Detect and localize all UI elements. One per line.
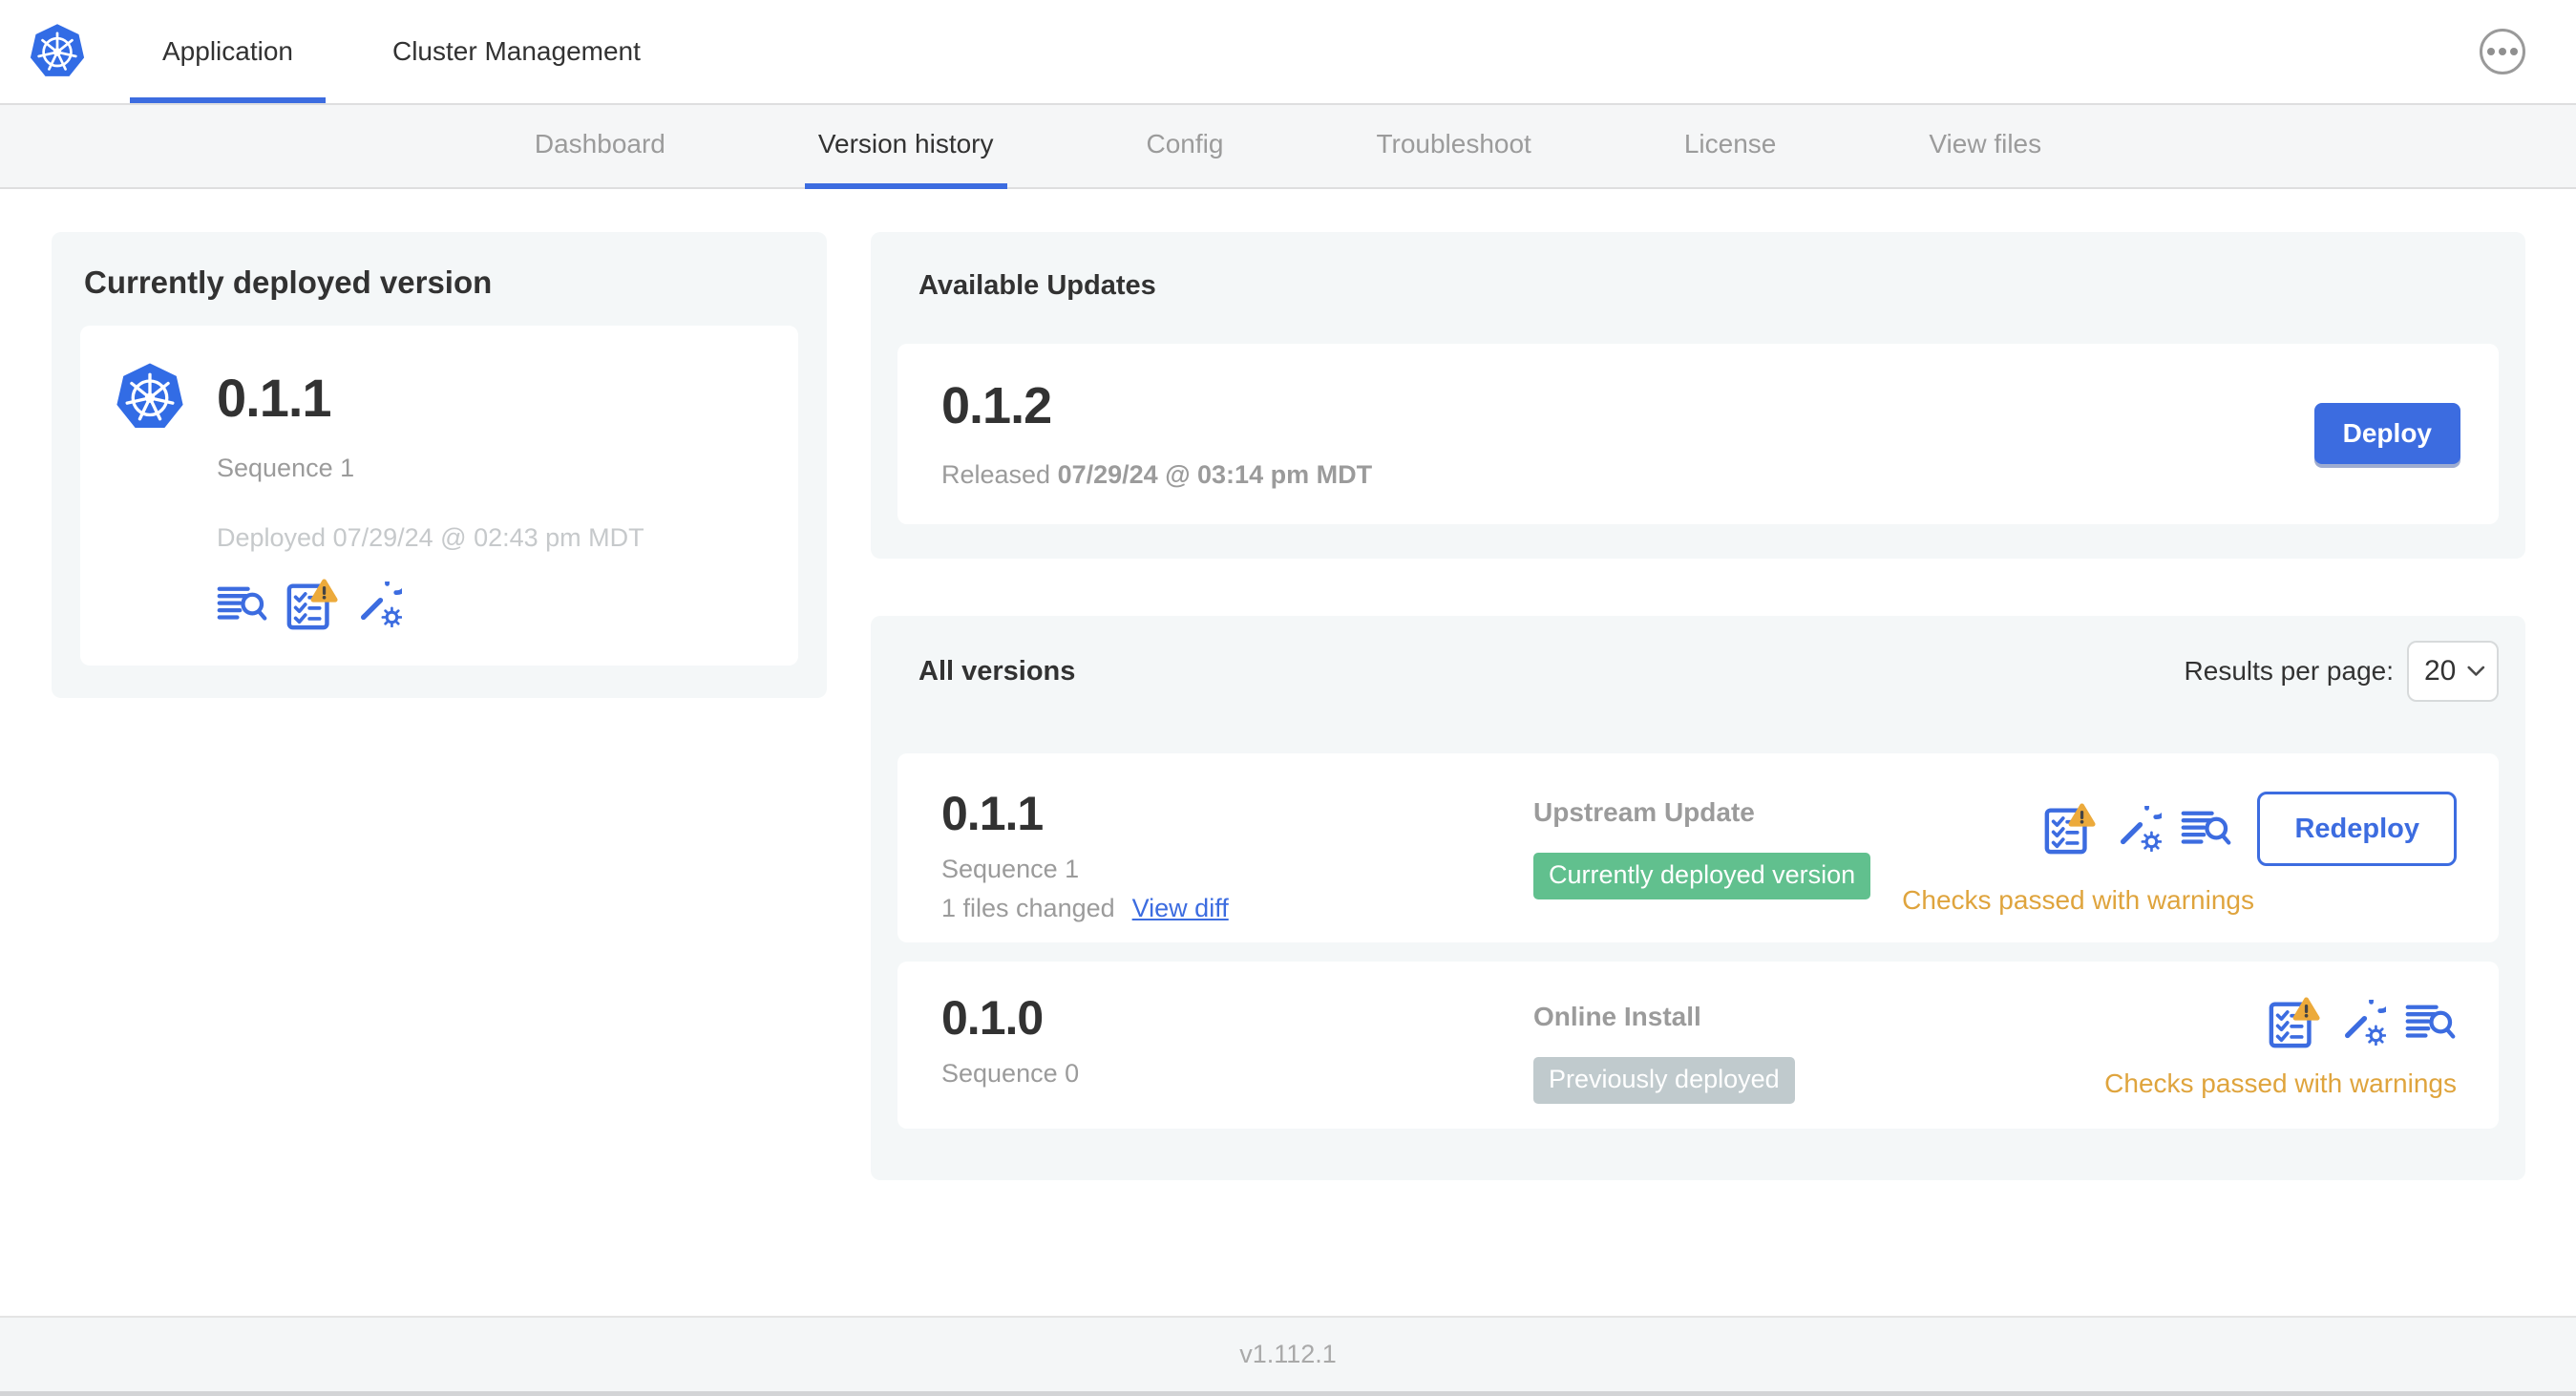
- all-versions-title: All versions: [918, 655, 1076, 687]
- config-wrench-icon[interactable]: [2340, 1000, 2386, 1046]
- redeploy-button[interactable]: Redeploy: [2257, 792, 2457, 866]
- diff-logs-icon[interactable]: [2181, 809, 2232, 850]
- subnav-item-dashboard[interactable]: Dashboard: [521, 105, 679, 189]
- kubernetes-app-icon: [115, 362, 185, 433]
- available-update-card: 0.1.2 Released 07/29/24 @ 03:14 pm MDT D…: [897, 344, 2499, 524]
- main-content: Currently deployed version 0.1.1 Sequenc…: [0, 189, 2576, 1316]
- ellipsis-menu-icon[interactable]: [2480, 29, 2525, 74]
- subnav-item-troubleshoot[interactable]: Troubleshoot: [1362, 105, 1544, 189]
- checks-status-text[interactable]: Checks passed with warnings: [1902, 885, 2254, 916]
- preflight-checks-warning-icon[interactable]: [2268, 996, 2321, 1049]
- currently-deployed-panel: Currently deployed version 0.1.1 Sequenc…: [52, 232, 827, 698]
- version-row-info: 0.1.1 Sequence 1 1 files changed View di…: [941, 786, 1533, 923]
- tab-application[interactable]: Application: [130, 0, 326, 103]
- chevron-down-icon: [2467, 665, 2485, 678]
- config-wrench-icon[interactable]: [2116, 806, 2162, 852]
- tab-cluster-management[interactable]: Cluster Management: [360, 0, 673, 103]
- version-row-status: Online Install Previously deployed: [1533, 990, 2104, 1104]
- currently-deployed-title: Currently deployed version: [84, 264, 493, 300]
- window-bottom-edge: [0, 1391, 2576, 1396]
- row-version-number: 0.1.1: [941, 787, 1044, 840]
- available-updates-panel: Available Updates 0.1.2 Released 07/29/2…: [871, 232, 2525, 559]
- released-date: 07/29/24 @ 03:14 pm MDT: [1057, 460, 1373, 489]
- subnav-item-config[interactable]: Config: [1133, 105, 1237, 189]
- config-wrench-icon[interactable]: [356, 582, 402, 627]
- version-row: 0.1.1 Sequence 1 1 files changed View di…: [897, 753, 2499, 942]
- row-source-label: Upstream Update: [1533, 797, 1755, 827]
- deployed-sequence-label: Sequence 1: [217, 454, 355, 482]
- previously-deployed-badge: Previously deployed: [1533, 1057, 1795, 1104]
- view-diff-link[interactable]: View diff: [1132, 894, 1229, 923]
- results-per-page-select[interactable]: 20: [2407, 641, 2499, 702]
- results-per-page-value: 20: [2424, 655, 2457, 687]
- diff-logs-icon[interactable]: [2405, 1003, 2457, 1044]
- version-row-actions: Checks passed with warnings: [2104, 990, 2457, 1104]
- results-per-page-label: Results per page:: [2184, 656, 2394, 686]
- deployed-version-number: 0.1.1: [217, 367, 332, 428]
- currently-deployed-card: 0.1.1 Sequence 1 Deployed 07/29/24 @ 02:…: [80, 326, 798, 666]
- app-header: Application Cluster Management: [0, 0, 2576, 103]
- preflight-checks-warning-icon[interactable]: [285, 578, 339, 631]
- kubernetes-logo-icon: [29, 23, 86, 80]
- diff-logs-icon[interactable]: [217, 584, 268, 625]
- subnav-item-version-history[interactable]: Version history: [804, 105, 1007, 189]
- deployed-timestamp: Deployed 07/29/24 @ 02:43 pm MDT: [217, 523, 644, 552]
- version-row-status: Upstream Update Currently deployed versi…: [1533, 786, 1902, 923]
- currently-deployed-badge: Currently deployed version: [1533, 853, 1871, 899]
- available-updates-title: Available Updates: [918, 270, 1156, 301]
- version-row-actions: Redeploy Checks passed with warnings: [1902, 786, 2457, 923]
- row-files-changed: 1 files changed: [941, 894, 1115, 922]
- row-source-label: Online Install: [1533, 1002, 1701, 1031]
- row-sequence-label: Sequence 0: [941, 1059, 1080, 1088]
- all-versions-panel: All versions Results per page: 20 0.1.1 …: [871, 616, 2525, 1180]
- row-version-number: 0.1.0: [941, 991, 1044, 1045]
- right-column: Available Updates 0.1.2 Released 07/29/2…: [871, 232, 2525, 1180]
- update-version-number: 0.1.2: [941, 377, 1052, 434]
- deploy-button[interactable]: Deploy: [2313, 402, 2460, 464]
- checks-status-text[interactable]: Checks passed with warnings: [2104, 1068, 2457, 1099]
- version-row-info: 0.1.0 Sequence 0: [941, 990, 1533, 1104]
- deployed-version-actions: [217, 578, 764, 631]
- update-released-line: Released 07/29/24 @ 03:14 pm MDT: [941, 460, 2314, 490]
- subnav-item-license[interactable]: License: [1671, 105, 1790, 189]
- header-tabs: Application Cluster Management: [130, 0, 673, 103]
- app-footer: v1.112.1: [0, 1316, 2576, 1396]
- released-prefix: Released: [941, 460, 1058, 489]
- preflight-checks-warning-icon[interactable]: [2043, 802, 2097, 856]
- subnav-item-view-files[interactable]: View files: [1915, 105, 2055, 189]
- row-sequence-label: Sequence 1: [941, 855, 1080, 883]
- console-version: v1.112.1: [1239, 1339, 1337, 1368]
- version-row: 0.1.0 Sequence 0 Online Install Previous…: [897, 962, 2499, 1129]
- app-subnav: Dashboard Version history Config Trouble…: [0, 103, 2576, 189]
- results-per-page: Results per page: 20: [2185, 641, 2499, 702]
